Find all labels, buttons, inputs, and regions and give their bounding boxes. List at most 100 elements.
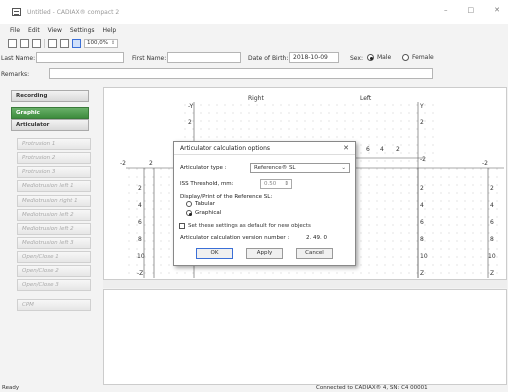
radio-empty-icon: [186, 201, 192, 207]
graphic-view-icon[interactable]: [72, 38, 81, 48]
tabular-radio[interactable]: Tabular: [186, 201, 215, 207]
axis-tick: Z: [420, 270, 425, 277]
sex-label: Sex:: [350, 55, 363, 62]
axis-tick: Y: [420, 103, 424, 110]
cancel-button[interactable]: Cancel: [296, 248, 333, 259]
display-print-label: Display/Print of the Reference SL:: [180, 194, 273, 200]
axis-tick: -2: [482, 160, 488, 167]
zoom-field[interactable]: 100,0% ⇕: [84, 38, 119, 48]
axis-tick: 4: [138, 202, 142, 209]
axis-tick: 6: [420, 219, 424, 226]
dialog-title: Articulator calculation options: [180, 145, 271, 152]
apply-button[interactable]: Apply: [246, 248, 283, 259]
axis-tick: 6: [138, 219, 142, 226]
sidebar-sub-item[interactable]: Mediotrusion left 2: [17, 223, 91, 235]
first-name-label: First Name:: [132, 55, 167, 62]
minimize-button[interactable]: –: [444, 6, 448, 14]
dialog-title-bar: Articulator calculation options ✕: [174, 142, 355, 155]
articulator-options-dialog: Articulator calculation options ✕ Articu…: [173, 141, 356, 266]
menu-help[interactable]: Help: [103, 27, 117, 34]
zoom-spinner-icon[interactable]: ⇕: [111, 40, 115, 46]
sex-female-radio[interactable]: Female: [402, 54, 434, 61]
toolbar-divider: [44, 38, 45, 48]
dob-label: Date of Birth:: [248, 55, 289, 62]
axis-tick: 8: [138, 236, 142, 243]
axis-tick: Z: [490, 270, 495, 277]
print-icon[interactable]: [60, 38, 69, 48]
chevron-down-icon: ⌄: [341, 165, 346, 171]
axis-tick: 8: [420, 236, 424, 243]
print-preview-icon[interactable]: [48, 38, 57, 48]
axis-tick: 2: [490, 185, 494, 192]
sidebar-sub-item[interactable]: Open/Close 1: [17, 251, 91, 263]
close-button[interactable]: ✕: [494, 6, 500, 14]
last-name-label: Last Name:: [1, 55, 36, 62]
window-title: Untitled - CADIAX® compact 2: [27, 8, 120, 16]
sidebar-sub-item[interactable]: Mediotrusion left 1: [17, 180, 91, 192]
sidebar-sub-item[interactable]: Protrusion 1: [17, 138, 91, 150]
graphical-radio[interactable]: Graphical: [186, 210, 221, 216]
remarks-label: Remarks:: [1, 71, 30, 78]
menu-edit[interactable]: Edit: [28, 27, 40, 34]
menu-file[interactable]: File: [10, 27, 20, 34]
sidebar-item-graphic[interactable]: Graphic: [11, 107, 89, 119]
sex-male-label: Male: [377, 54, 392, 61]
maximize-button[interactable]: □: [468, 6, 475, 14]
sidebar-item-recording[interactable]: Recording: [11, 90, 89, 102]
sidebar-sub-item[interactable]: Mediotrusion right 1: [17, 195, 91, 207]
sidebar-sub-item[interactable]: CPM: [17, 299, 91, 311]
default-settings-checkbox[interactable]: Set these settings as default for new ob…: [179, 223, 311, 229]
menu-view[interactable]: View: [48, 27, 62, 34]
app-window: Untitled - CADIAX® compact 2 – □ ✕ File …: [0, 0, 508, 392]
axis-tick: 6: [366, 146, 370, 153]
iss-threshold-label: ISS Threshold, mm:: [180, 181, 234, 187]
zoom-value: 100,0%: [87, 40, 108, 46]
articulator-type-value: Reference® SL: [254, 165, 296, 171]
axis-tick: 6: [490, 219, 494, 226]
iss-threshold-value: 0.50: [264, 181, 277, 187]
radio-selected-icon: [186, 210, 192, 216]
menu-settings[interactable]: Settings: [70, 27, 95, 34]
iss-threshold-stepper[interactable]: 0.50 ⇕: [260, 179, 292, 189]
horizontal-scrollbar[interactable]: [103, 279, 507, 288]
sex-female-label: Female: [412, 54, 434, 61]
axis-tick: -2: [120, 160, 126, 167]
toolbar: 100,0% ⇕: [8, 37, 119, 49]
sidebar-sub-item[interactable]: Mediotrusion left 2: [17, 209, 91, 221]
last-name-input[interactable]: [36, 52, 124, 63]
checkbox-icon: [179, 223, 185, 229]
sex-male-radio[interactable]: Male: [367, 54, 391, 61]
open-folder-icon[interactable]: [20, 38, 29, 48]
axis-tick: -Z: [137, 270, 144, 277]
axis-tick: 2: [138, 185, 142, 192]
axis-tick: 4: [380, 146, 384, 153]
sidebar-sub-item[interactable]: Open/Close 2: [17, 265, 91, 277]
lower-panel: [103, 289, 507, 385]
graph-right-label: Right: [248, 95, 264, 102]
sidebar-sub-item[interactable]: Open/Close 3: [17, 279, 91, 291]
articulator-type-select[interactable]: Reference® SL ⌄: [250, 163, 350, 173]
tabular-label: Tabular: [195, 201, 215, 207]
ok-button[interactable]: OK: [196, 248, 233, 259]
sidebar-item-articulator[interactable]: Articulator: [11, 119, 89, 131]
default-settings-label: Set these settings as default for new ob…: [188, 223, 311, 229]
axis-tick: 10: [420, 253, 428, 260]
dialog-close-button[interactable]: ✕: [343, 142, 349, 155]
axis-tick: 4: [490, 202, 494, 209]
spinner-icon[interactable]: ⇕: [284, 180, 289, 188]
sidebar-sub-item[interactable]: Protrusion 2: [17, 152, 91, 164]
axis-tick: 2: [420, 185, 424, 192]
sidebar-sub-item[interactable]: Mediotrusion left 3: [17, 237, 91, 249]
remarks-input[interactable]: [49, 68, 433, 79]
status-bar: Ready Connected to CADIAX® 4, SN: C4 000…: [0, 385, 508, 392]
first-name-input[interactable]: [167, 52, 241, 63]
status-connection: Connected to CADIAX® 4, SN: C4 00001: [316, 385, 428, 391]
sidebar-sub-item[interactable]: Protrusion 3: [17, 166, 91, 178]
new-file-icon[interactable]: [8, 38, 17, 48]
axis-tick: 10: [488, 253, 496, 260]
axis-tick: 8: [490, 236, 494, 243]
save-icon[interactable]: [32, 38, 41, 48]
axis-tick: 2: [188, 119, 192, 126]
dob-input[interactable]: 2018-10-09: [289, 52, 339, 63]
axis-tick: 2: [420, 119, 424, 126]
